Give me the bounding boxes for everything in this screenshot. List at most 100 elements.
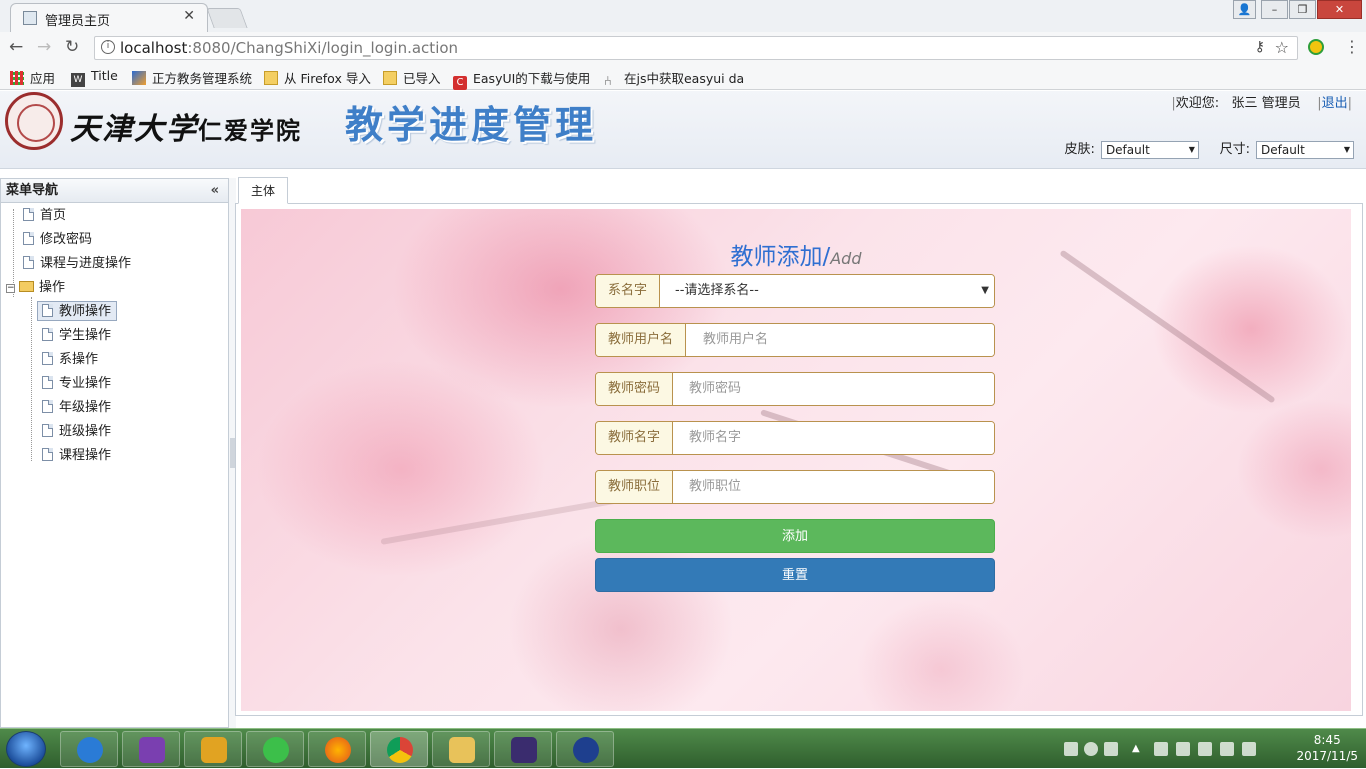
- minimize-icon[interactable]: –: [1261, 0, 1288, 19]
- tab-main[interactable]: 主体: [238, 177, 288, 204]
- user-name: 张三: [1231, 96, 1258, 111]
- bookmark-folder-imported[interactable]: 已导入: [383, 68, 441, 87]
- restore-tray-icon[interactable]: [1104, 742, 1118, 756]
- browser-toolbar: ← → ↻ i localhost:8080/ChangShiXi/login_…: [0, 32, 1366, 63]
- nav-item-teacher[interactable]: 教师操作: [37, 301, 118, 321]
- clock-date: 2017/11/5: [1296, 749, 1358, 763]
- nav-item-major[interactable]: 专业操作: [42, 374, 111, 394]
- back-icon[interactable]: ←: [9, 37, 23, 57]
- nav-group-operations[interactable]: − 操作: [6, 278, 65, 298]
- help-tray-icon[interactable]: [1084, 742, 1098, 756]
- action-center-icon[interactable]: [1220, 742, 1234, 756]
- taskbar-explorer[interactable]: [432, 731, 490, 767]
- taskbar-sync[interactable]: [246, 731, 304, 767]
- nav-item-label: 专业操作: [59, 376, 112, 391]
- bookmark-folder-firefox[interactable]: 从 Firefox 导入: [264, 68, 371, 87]
- password-input[interactable]: [677, 373, 994, 405]
- forward-icon[interactable]: →: [37, 37, 51, 57]
- teacher-name-label: 教师名字: [596, 422, 674, 454]
- size-select[interactable]: Default: [1256, 140, 1354, 159]
- document-icon: [42, 328, 53, 341]
- nav-item-course[interactable]: 课程操作: [42, 446, 111, 466]
- browser-tab-title: 管理员主页: [45, 14, 111, 29]
- document-icon: [42, 424, 53, 437]
- browser-menu-icon[interactable]: ⋮: [1344, 37, 1360, 56]
- collapse-panel-icon[interactable]: «: [211, 179, 219, 203]
- address-bar[interactable]: i localhost:8080/ChangShiXi/login_login.…: [94, 36, 1298, 60]
- bookmark-js[interactable]: ⑃ 在js中获取easyui da: [604, 68, 744, 89]
- site-info-icon[interactable]: i: [101, 40, 115, 54]
- help-icon: [77, 737, 103, 763]
- teacher-name-input[interactable]: [677, 422, 994, 454]
- welcome-text: 欢迎您:: [1175, 96, 1220, 111]
- app-header: 天津大学仁爱学院 教学进度管理 |欢迎您: 张三 管理员 |退出| 皮肤: Def…: [0, 91, 1366, 169]
- windows-taskbar: ▲ 8:45 2017/11/5: [0, 728, 1366, 768]
- teacher-position-label: 教师职位: [596, 471, 674, 503]
- collapse-toggle-icon[interactable]: −: [6, 284, 15, 293]
- size-label: 尺寸:: [1219, 142, 1250, 157]
- network-error-icon[interactable]: [1198, 742, 1212, 756]
- bookmark-easyui[interactable]: C EasyUI的下载与使用: [453, 68, 590, 90]
- user-role: 管理员: [1261, 96, 1301, 111]
- taskbar-visual-studio[interactable]: [122, 731, 180, 767]
- media-player-icon: [201, 737, 227, 763]
- show-hidden-icons-icon[interactable]: ▲: [1132, 742, 1146, 756]
- taskbar-firefox[interactable]: [308, 731, 366, 767]
- battery-icon[interactable]: [1154, 742, 1168, 756]
- volume-icon[interactable]: [1176, 742, 1190, 756]
- taskbar-chrome[interactable]: [370, 731, 428, 767]
- keyboard-icon[interactable]: [1064, 742, 1078, 756]
- add-button[interactable]: 添加: [595, 519, 995, 553]
- key-icon[interactable]: ⚷: [1255, 39, 1265, 55]
- browser-tab[interactable]: 管理员主页 ✕: [10, 3, 208, 32]
- display-icon[interactable]: [1242, 742, 1256, 756]
- reload-icon[interactable]: ↻: [65, 37, 79, 57]
- nav-item-grade[interactable]: 年级操作: [42, 398, 111, 418]
- dropdown-caret-icon: ▼: [981, 285, 989, 296]
- new-tab-button[interactable]: [206, 8, 248, 28]
- reset-button[interactable]: 重置: [595, 558, 995, 592]
- extension-icon[interactable]: [1308, 39, 1324, 55]
- menu-navigation-panel: 菜单导航 « 首页 修改密码 课程与进度操作 − 操作 教师操作 学生操作 系操作…: [0, 178, 229, 728]
- cherry-blossom-background: 教师添加/Add 系名字 --请选择系名-- ▼ 教师用户名 教师密码 教师名字…: [241, 209, 1351, 711]
- skin-select[interactable]: Default: [1100, 140, 1199, 159]
- start-button-icon[interactable]: [6, 731, 46, 767]
- nav-item-department[interactable]: 系操作: [42, 350, 98, 370]
- bookmark-apps[interactable]: 应用: [10, 68, 55, 87]
- taskbar-app[interactable]: [556, 731, 614, 767]
- nav-item-student[interactable]: 学生操作: [42, 326, 111, 346]
- university-seal-logo: [5, 92, 63, 150]
- document-icon: [42, 400, 53, 413]
- logout-link[interactable]: 退出: [1322, 96, 1348, 111]
- taskbar-help[interactable]: [60, 731, 118, 767]
- bookmark-label: 应用: [30, 71, 56, 86]
- document-icon: [23, 208, 34, 221]
- nav-item-home[interactable]: 首页: [23, 206, 66, 226]
- bookmark-star-icon[interactable]: ☆: [1275, 38, 1289, 57]
- user-profile-icon[interactable]: 👤: [1233, 0, 1256, 19]
- visual-studio-icon: [139, 737, 165, 763]
- file-explorer-icon: [449, 737, 475, 763]
- bookmark-title[interactable]: W Title: [71, 68, 118, 87]
- clock-time: 8:45: [1313, 733, 1341, 747]
- username-input[interactable]: [691, 324, 994, 356]
- bookmark-zhengfang[interactable]: 正方教务管理系统: [132, 68, 252, 87]
- ws-icon: W: [71, 73, 85, 87]
- nav-item-change-password[interactable]: 修改密码: [23, 230, 92, 250]
- nav-item-course-progress[interactable]: 课程与进度操作: [23, 254, 131, 274]
- nav-item-label: 课程操作: [59, 448, 112, 463]
- close-window-icon[interactable]: ✕: [1317, 0, 1362, 19]
- close-tab-icon[interactable]: ✕: [183, 8, 195, 24]
- clock[interactable]: 8:45 2017/11/5: [1296, 732, 1358, 764]
- nav-item-label: 首页: [40, 208, 67, 223]
- taskbar-eclipse[interactable]: [494, 731, 552, 767]
- main-panel: 教师添加/Add 系名字 --请选择系名-- ▼ 教师用户名 教师密码 教师名字…: [235, 203, 1363, 716]
- taskbar-player[interactable]: [184, 731, 242, 767]
- nav-item-class[interactable]: 班级操作: [42, 422, 111, 442]
- password-field-group: 教师密码: [595, 372, 995, 406]
- document-icon: [42, 304, 53, 317]
- department-select[interactable]: --请选择系名--: [663, 275, 994, 307]
- teacher-position-input[interactable]: [677, 471, 994, 503]
- menu-navigation-header: 菜单导航 «: [1, 179, 228, 203]
- restore-icon[interactable]: ❐: [1289, 0, 1316, 19]
